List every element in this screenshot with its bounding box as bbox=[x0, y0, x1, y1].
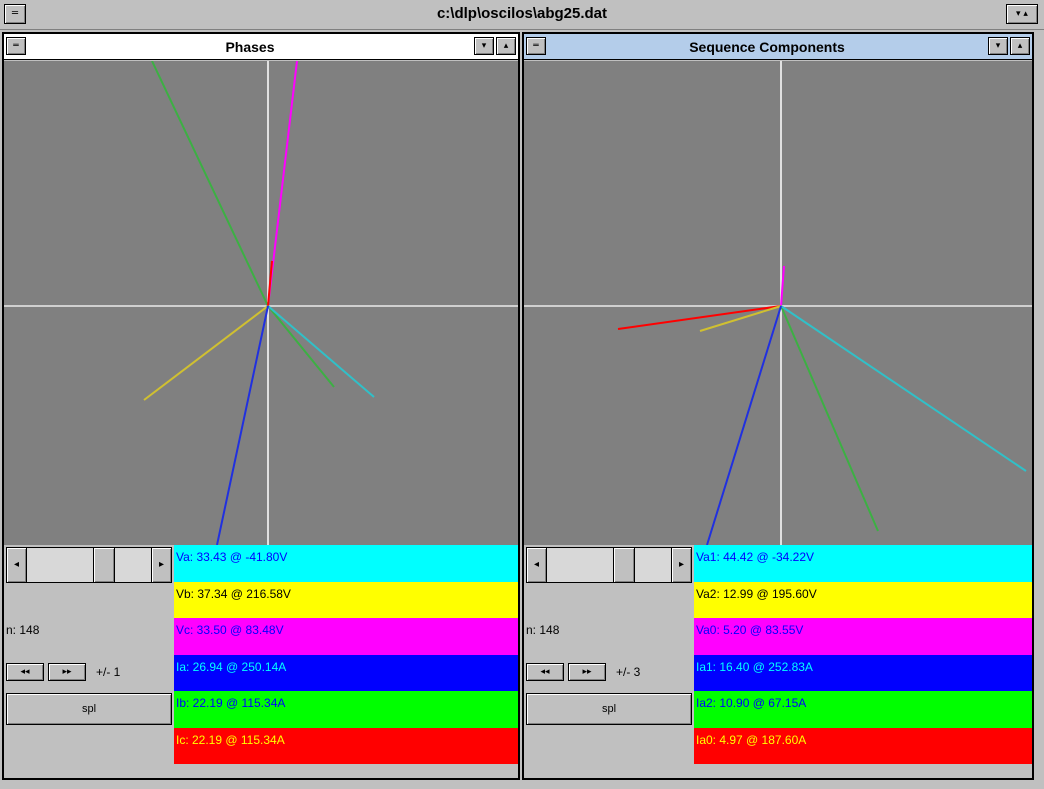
step-forward-button[interactable]: ▸▸ bbox=[568, 663, 606, 681]
window-scroll-buttons[interactable]: ▾ ▴ bbox=[1006, 4, 1038, 24]
sequence-components-pane: ═ Sequence Components ▾ ▴ ◂ ▸ n: 148 ◂◂ … bbox=[522, 32, 1034, 780]
scroll-thumb[interactable] bbox=[93, 548, 115, 582]
controls-panel: ◂ ▸ n: 148 ◂◂ ▸▸ +/- 1 spl bbox=[4, 545, 174, 778]
sequence-phasor-plot bbox=[524, 61, 1032, 545]
readouts-list: Va1: 44.42 @ -34.22V Va2: 12.99 @ 195.60… bbox=[694, 545, 1032, 764]
readout-va: Va: 33.43 @ -41.80V bbox=[174, 545, 518, 582]
readout-vc: Vc: 33.50 @ 83.48V bbox=[174, 618, 518, 655]
step-size-label: +/- 1 bbox=[96, 665, 121, 679]
readouts-list: Va: 33.43 @ -41.80V Vb: 37.34 @ 216.58V … bbox=[174, 545, 518, 764]
readout-va2: Va2: 12.99 @ 195.60V bbox=[694, 581, 1032, 618]
pane-titlebar: ═ Sequence Components ▾ ▴ bbox=[524, 34, 1032, 60]
readout-va1: Va1: 44.42 @ -34.22V bbox=[694, 545, 1032, 582]
pane-system-menu-button[interactable]: ═ bbox=[6, 37, 26, 55]
phasor-plot bbox=[4, 61, 518, 545]
phases-pane: ═ Phases ▾ ▴ ◂ ▸ n: 148 ◂◂ ▸▸ +/- 1 spl bbox=[2, 32, 520, 780]
pane-title: Sequence Components bbox=[689, 39, 845, 55]
pane-title: Phases bbox=[225, 39, 275, 55]
readout-ia2: Ia2: 10.90 @ 67.15A bbox=[694, 691, 1032, 728]
step-back-button[interactable]: ◂◂ bbox=[6, 663, 44, 681]
controls-panel: ◂ ▸ n: 148 ◂◂ ▸▸ +/- 3 spl bbox=[524, 545, 694, 778]
readout-ia1: Ia1: 16.40 @ 252.83A bbox=[694, 654, 1032, 691]
window-title: c:\dlp\oscilos\abg25.dat bbox=[436, 5, 608, 22]
scroll-left-button[interactable]: ◂ bbox=[527, 548, 547, 582]
action-button[interactable]: spl bbox=[6, 693, 172, 725]
sample-scrollbar[interactable]: ◂ ▸ bbox=[526, 547, 692, 583]
readout-ia: Ia: 26.94 @ 250.14A bbox=[174, 654, 518, 691]
readout-ib: Ib: 22.19 @ 115.34A bbox=[174, 691, 518, 728]
step-back-button[interactable]: ◂◂ bbox=[526, 663, 564, 681]
system-menu-button[interactable]: ═ bbox=[4, 4, 26, 24]
readout-va0: Va0: 5.20 @ 83.55V bbox=[694, 618, 1032, 655]
readout-vb: Vb: 37.34 @ 216.58V bbox=[174, 581, 518, 618]
minimize-button[interactable]: ▾ bbox=[988, 37, 1008, 55]
maximize-button[interactable]: ▴ bbox=[496, 37, 516, 55]
maximize-button[interactable]: ▴ bbox=[1010, 37, 1030, 55]
pane-titlebar: ═ Phases ▾ ▴ bbox=[4, 34, 518, 60]
step-size-label: +/- 3 bbox=[616, 665, 641, 679]
scroll-right-button[interactable]: ▸ bbox=[671, 548, 691, 582]
scroll-thumb[interactable] bbox=[613, 548, 635, 582]
action-button[interactable]: spl bbox=[526, 693, 692, 725]
readout-ic: Ic: 22.19 @ 115.34A bbox=[174, 727, 518, 764]
pane-system-menu-button[interactable]: ═ bbox=[526, 37, 546, 55]
scroll-right-button[interactable]: ▸ bbox=[151, 548, 171, 582]
window-titlebar: ═ c:\dlp\oscilos\abg25.dat ▾ ▴ bbox=[0, 0, 1044, 30]
sample-index-label: n: 148 bbox=[6, 623, 40, 637]
scroll-left-button[interactable]: ◂ bbox=[7, 548, 27, 582]
step-forward-button[interactable]: ▸▸ bbox=[48, 663, 86, 681]
sample-scrollbar[interactable]: ◂ ▸ bbox=[6, 547, 172, 583]
minimize-button[interactable]: ▾ bbox=[474, 37, 494, 55]
sample-index-label: n: 148 bbox=[526, 623, 560, 637]
readout-ia0: Ia0: 4.97 @ 187.60A bbox=[694, 727, 1032, 764]
